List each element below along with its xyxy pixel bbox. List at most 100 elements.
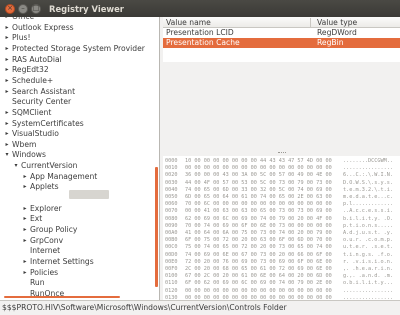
tree-item[interactable]: ▸ RegEdt32	[3, 65, 49, 75]
no-arrow	[21, 289, 29, 299]
tree-item[interactable]: ▸ Applets	[21, 182, 59, 192]
column-divider	[310, 18, 311, 27]
hex-offset: 00B0	[165, 237, 178, 244]
hex-offset: 00A0	[165, 230, 178, 236]
maximize-icon[interactable]: □	[31, 3, 41, 14]
tree-item[interactable]: ▸ GrpConv	[21, 236, 63, 246]
collapsed-arrow-icon[interactable]: ▸	[3, 17, 11, 22]
tree-item[interactable]: ▸ SQMClient	[3, 108, 51, 118]
tree-item[interactable]: ▸ Ext	[21, 214, 42, 224]
collapsed-arrow-icon[interactable]: ▸	[3, 55, 11, 65]
tree-item-label: VisualStudio	[12, 129, 59, 139]
expanded-arrow-icon[interactable]: ▾	[3, 150, 11, 160]
value-type: RegDWord	[317, 28, 357, 37]
tree-item[interactable]: ▾ Windows	[3, 150, 45, 160]
tree-item-label: RAS AutoDial	[12, 54, 62, 64]
values-table: Value name Value type Presentation LCID …	[163, 17, 400, 62]
hex-bytes: 44 00 4F 00 57 00 53 00 5C 00 73 00 79 0…	[185, 179, 332, 186]
tree-item[interactable]: ▸ SystemCertificates	[3, 119, 83, 129]
tree-item-label: Office	[11, 17, 34, 22]
hex-ascii: b.i.l.i.t.y. .O.	[343, 215, 393, 222]
tree-item[interactable]: ▸ Wbem	[3, 140, 36, 150]
tree-item[interactable]: Run	[21, 278, 45, 288]
expanded-arrow-icon[interactable]: ▾	[12, 161, 20, 171]
tree-item-label: RunOnce	[30, 288, 65, 298]
window-title: Registry Viewer	[49, 3, 124, 14]
collapsed-arrow-icon[interactable]: ▸	[3, 76, 11, 86]
tree-item-label: Applets	[30, 182, 59, 192]
hex-offset: 0060	[165, 201, 178, 208]
collapsed-arrow-icon[interactable]: ▸	[3, 140, 11, 150]
collapsed-arrow-icon[interactable]: ▸	[3, 129, 11, 139]
collapsed-arrow-icon[interactable]: ▸	[21, 172, 29, 182]
minimize-icon[interactable]: –	[18, 3, 28, 14]
collapsed-arrow-icon[interactable]: ▸	[3, 108, 11, 118]
value-type: RegBin	[317, 38, 344, 47]
close-icon[interactable]: ×	[5, 3, 15, 14]
tree-item[interactable]: ▸ Explorer	[21, 203, 62, 214]
hex-bytes: 6F 00 62 00 69 00 6C 00 69 00 74 00 79 0…	[185, 280, 332, 287]
collapsed-arrow-icon[interactable]: ▸	[21, 257, 29, 267]
hex-bytes: 6F 00 75 00 72 00 20 00 63 00 6F 00 6D 0…	[185, 237, 332, 244]
value-row[interactable]: Presentation LCID RegDWord	[163, 28, 400, 38]
tree-item[interactable]: ▸ RAS AutoDial	[3, 54, 62, 65]
tree-item[interactable]: ▸ App Management	[21, 172, 97, 182]
tree-item-label: Plus!	[12, 33, 31, 43]
tree-item[interactable]: Internet	[21, 246, 60, 256]
tree-item[interactable]: ▸ Search Assistant	[3, 87, 75, 97]
collapsed-arrow-icon[interactable]: ▸	[21, 236, 29, 246]
column-header-value-type[interactable]: Value type	[317, 17, 357, 28]
tree-item[interactable]: ▸ Outlook Express	[3, 23, 73, 33]
collapsed-arrow-icon[interactable]: ▸	[3, 87, 11, 97]
tree-item[interactable]: ▸ Schedule+	[3, 76, 53, 86]
tree-item[interactable]: ▸ Protected Storage System Provider	[3, 44, 144, 54]
hex-ascii: p.t.i.o.n.s.....	[343, 222, 393, 229]
tree-item[interactable]: ▸ Internet Settings	[21, 257, 93, 267]
registry-tree[interactable]: ▸Office▸Outlook Express▸Plus!▸Protected …	[0, 17, 160, 300]
collapsed-arrow-icon[interactable]: ▸	[3, 23, 11, 33]
hex-ascii: ................	[343, 287, 393, 294]
value-name: Presentation Cache	[166, 38, 240, 47]
tree-item[interactable]	[21, 193, 30, 203]
tree-item[interactable]: ▸Office	[3, 17, 34, 22]
tree-item[interactable]: ▸ Plus!	[3, 33, 31, 43]
collapsed-arrow-icon[interactable]: ▸	[3, 44, 11, 54]
collapsed-arrow-icon[interactable]: ▸	[21, 214, 29, 224]
tree-item[interactable]: ▸ Group Policy	[21, 225, 77, 235]
collapsed-arrow-icon[interactable]: ▸	[21, 182, 29, 192]
value-row-selected[interactable]: Presentation Cache RegBin	[163, 38, 400, 48]
tree-item-label: Policies	[30, 267, 59, 277]
tree-item[interactable]: ▸ VisualStudio	[3, 129, 59, 139]
tree-vertical-scrollbar[interactable]	[155, 167, 158, 287]
pane-resize-handle[interactable]	[278, 152, 286, 154]
no-arrow	[21, 193, 29, 203]
tree-item-label: Schedule+	[12, 75, 54, 85]
tree-item[interactable]: RunOnce	[21, 289, 64, 299]
no-arrow	[3, 97, 11, 107]
tree-item-label: Run	[30, 278, 45, 288]
hex-offset: 0050	[165, 194, 178, 200]
collapsed-arrow-icon[interactable]: ▸	[21, 225, 29, 235]
hex-bytes: 41 00 64 00 6A 00 75 00 73 00 74 00 20 0…	[185, 230, 332, 236]
hex-ascii: D.O.W.S.\.s.y.s.	[343, 179, 393, 186]
collapsed-arrow-icon[interactable]: ▸	[21, 268, 29, 278]
collapsed-arrow-icon[interactable]: ▸	[3, 65, 11, 75]
collapsed-arrow-icon[interactable]: ▸	[3, 119, 11, 129]
hex-ascii: o.b.i.l.i.t.y...	[343, 280, 393, 287]
tree-item[interactable]: ▾ CurrentVersion	[12, 161, 77, 171]
tree-item-label: Ext	[30, 214, 43, 224]
collapsed-arrow-icon[interactable]: ▸	[21, 204, 29, 214]
tree-item[interactable]: ▸ Policies	[21, 268, 58, 278]
tree-item-label: RegEdt32	[12, 65, 49, 75]
tree-item-label: Explorer	[30, 203, 62, 213]
collapsed-arrow-icon[interactable]: ▸	[3, 33, 11, 43]
hex-offset: 0040	[165, 186, 178, 193]
hex-ascii: ,. .h.e.a.r.i.n.	[343, 266, 393, 272]
tree-item-label: App Management	[30, 171, 98, 181]
tree-item[interactable]: Security Center	[3, 97, 71, 107]
hex-bytes: 67 00 2C 00 20 00 61 00 6E 00 64 00 20 0…	[185, 273, 332, 280]
hex-offset: 0110	[165, 280, 178, 287]
tree-item-label: Security Center	[12, 97, 72, 107]
column-header-value-name[interactable]: Value name	[166, 17, 211, 28]
hex-offset: 0020	[165, 172, 178, 179]
